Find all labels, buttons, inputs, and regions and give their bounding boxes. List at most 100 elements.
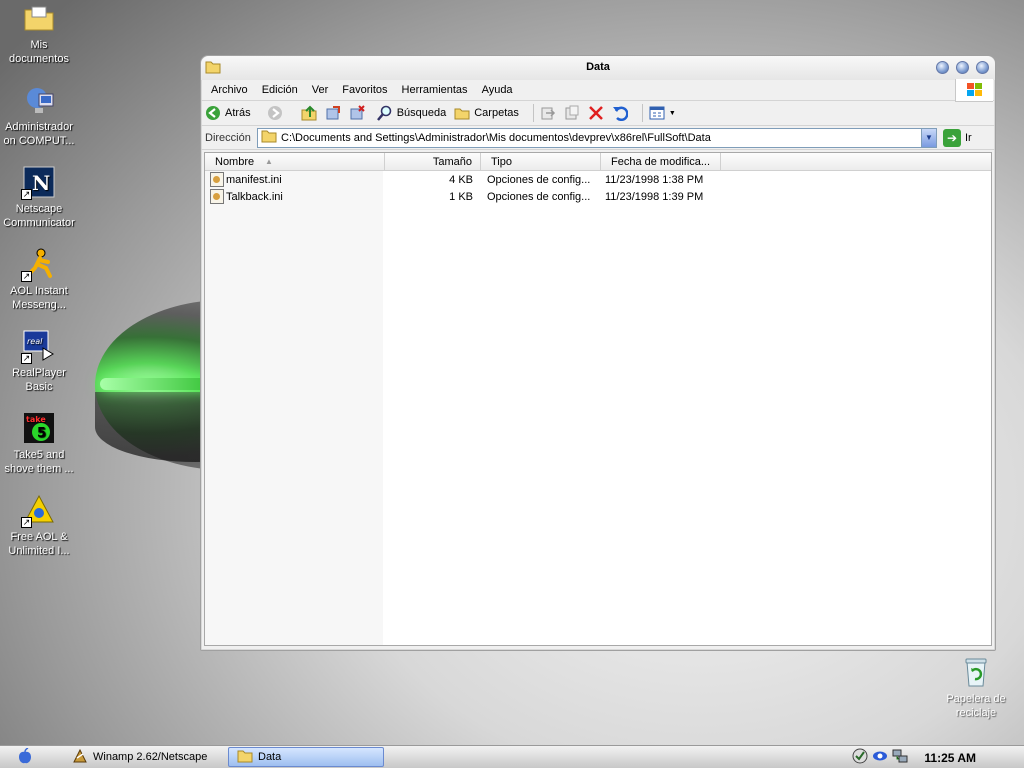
desktop-icon-label: RealPlayer Basic <box>12 367 66 393</box>
explorer-window: Data Archivo Edición Ver Favoritos Herra… <box>200 55 996 651</box>
ini-file-icon <box>210 189 224 204</box>
recycle-bin-label: Papelera de reciclaje <box>946 693 1006 719</box>
desktop-icon-aol[interactable]: ↗ Free AOL & Unlimited I... <box>0 494 78 558</box>
up-folder-icon <box>301 105 317 121</box>
file-type: Opciones de config... <box>487 190 591 203</box>
desktop-icon-label: Mis documentos <box>9 39 69 65</box>
menu-ver[interactable]: Ver <box>306 84 337 96</box>
address-input[interactable]: C:\Documents and Settings\Administrador\… <box>257 127 937 148</box>
svg-text:5: 5 <box>37 426 46 441</box>
file-name: Talkback.ini <box>226 190 283 203</box>
move-to-icon <box>325 105 341 121</box>
address-label: Dirección <box>205 131 251 144</box>
taskbar: Winamp 2.62/Netscape Data 11:25 AM <box>0 745 1024 768</box>
menu-ayuda[interactable]: Ayuda <box>476 84 521 96</box>
menu-bar: Archivo Edición Ver Favoritos Herramient… <box>201 79 995 102</box>
tray-check-icon[interactable] <box>852 748 868 767</box>
shortcut-arrow-icon: ↗ <box>21 517 32 528</box>
delete-button[interactable] <box>588 105 604 121</box>
column-size-label: Tamaño <box>432 156 472 168</box>
recycle-bin-icon <box>960 656 992 688</box>
column-name[interactable]: Nombre ▲ <box>205 153 385 171</box>
search-label: Búsqueda <box>396 107 447 119</box>
back-arrow-icon <box>205 105 221 121</box>
task-label: Winamp 2.62/Netscape <box>93 751 208 763</box>
file-row[interactable]: Talkback.ini 1 KB Opciones de config... … <box>205 188 991 205</box>
move-to-folder-icon <box>540 105 556 121</box>
column-size[interactable]: Tamaño <box>385 153 481 171</box>
sort-ascending-icon: ▲ <box>265 157 273 166</box>
svg-text:real: real <box>27 337 43 346</box>
menu-herramientas[interactable]: Herramientas <box>396 84 476 96</box>
tray-eye-icon[interactable] <box>872 748 888 767</box>
svg-text:take: take <box>26 415 46 424</box>
copy-to-folder-button[interactable] <box>564 105 580 121</box>
column-date[interactable]: Fecha de modifica... <box>601 153 721 171</box>
desktop-icon-mis-documentos[interactable]: Mis documentos <box>0 2 78 66</box>
menu-edicion[interactable]: Edición <box>256 84 306 96</box>
copy-to-folder-icon <box>564 105 580 121</box>
column-type-label: Tipo <box>491 156 512 168</box>
task-label: Data <box>258 751 282 763</box>
forward-button[interactable] <box>267 105 283 121</box>
tray-network-icon[interactable] <box>892 748 908 767</box>
chevron-down-icon: ▼ <box>668 109 676 117</box>
realplayer-icon: real ↗ <box>21 330 55 364</box>
folder-delete-icon <box>349 105 365 121</box>
address-bar: Dirección C:\Documents and Settings\Admi… <box>201 126 995 150</box>
menu-favoritos[interactable]: Favoritos <box>336 84 395 96</box>
back-button[interactable]: Atrás <box>205 105 251 121</box>
address-dropdown-button[interactable]: ▼ <box>921 128 936 147</box>
views-icon <box>649 105 665 121</box>
file-size: 1 KB <box>449 190 473 203</box>
undo-icon <box>612 105 628 121</box>
desktop-icon-label: Take5 and shove them ... <box>4 449 74 475</box>
close-button[interactable] <box>976 61 989 74</box>
move-to-folder-button[interactable] <box>540 105 556 121</box>
folder-icon <box>237 749 253 766</box>
network-computer-icon <box>23 84 55 116</box>
file-row[interactable]: manifest.ini 4 KB Opciones de config... … <box>205 171 991 188</box>
start-button[interactable] <box>0 746 50 768</box>
undo-button[interactable] <box>612 105 628 121</box>
column-type[interactable]: Tipo <box>481 153 601 171</box>
move-to-button[interactable] <box>325 105 341 121</box>
search-icon <box>376 105 393 121</box>
desktop-icon-recycle-bin[interactable]: Papelera de reciclaje <box>938 656 1014 720</box>
file-size: 4 KB <box>449 173 473 186</box>
ini-file-icon <box>210 172 224 187</box>
system-tray: 11:25 AM <box>852 746 1024 768</box>
take5-icon: take 5 <box>23 412 55 444</box>
minimize-button[interactable] <box>936 61 949 74</box>
up-folder-button[interactable] <box>301 105 317 121</box>
desktop-icon-administrador[interactable]: Administrador on COMPUT... <box>0 84 78 148</box>
desktop-icon-realplayer[interactable]: real ↗ RealPlayer Basic <box>0 330 78 394</box>
file-date: 11/23/1998 1:38 PM <box>605 173 704 186</box>
desktop-icon-label: Netscape Communicator <box>3 203 75 229</box>
desktop-icon-aim[interactable]: ↗ AOL Instant Messeng... <box>0 248 78 312</box>
title-bar[interactable]: Data <box>201 56 995 80</box>
desktop-icon-take5[interactable]: take 5 Take5 and shove them ... <box>0 412 78 476</box>
delete-folder-button[interactable] <box>349 105 365 121</box>
go-button[interactable]: ➔ Ir <box>943 128 972 147</box>
folders-button[interactable]: Carpetas <box>454 105 519 121</box>
aim-running-man-icon: ↗ <box>21 248 55 282</box>
clock[interactable]: 11:25 AM <box>924 751 976 765</box>
shortcut-arrow-icon: ↗ <box>21 189 32 200</box>
taskbar-button-winamp[interactable]: Winamp 2.62/Netscape <box>64 747 224 767</box>
maximize-button[interactable] <box>956 61 969 74</box>
toolbar: Atrás Búsqueda Carpetas ▼ <box>201 101 995 126</box>
shortcut-arrow-icon: ↗ <box>21 271 32 282</box>
desktop-icon-label: AOL Instant Messeng... <box>10 285 68 311</box>
forward-arrow-icon <box>267 105 283 121</box>
documents-folder-icon <box>23 2 55 34</box>
back-label: Atrás <box>225 107 251 119</box>
aol-triangle-icon: ↗ <box>21 494 55 528</box>
desktop-icon-netscape[interactable]: N ↗ Netscape Communicator <box>0 166 78 230</box>
views-button[interactable]: ▼ <box>649 105 676 121</box>
taskbar-button-data[interactable]: Data <box>228 747 384 767</box>
menu-archivo[interactable]: Archivo <box>205 84 256 96</box>
go-arrow-icon: ➔ <box>943 128 961 147</box>
column-name-label: Nombre <box>215 156 255 168</box>
search-button[interactable]: Búsqueda <box>376 105 447 121</box>
